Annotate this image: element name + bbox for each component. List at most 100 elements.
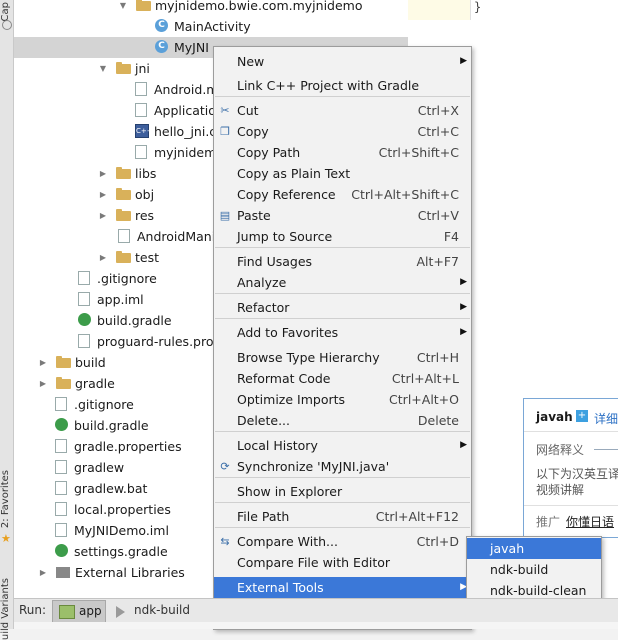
tree-row-label: myjnidemo.bwie.com.myjnidemo xyxy=(155,0,363,13)
tree-row-label: test xyxy=(135,250,160,265)
menu-item-label: Reformat Code xyxy=(237,371,331,386)
menu-item-jump-to-source[interactable]: Jump to Source F4 xyxy=(214,226,471,247)
menu-item-shortcut: Ctrl+X xyxy=(417,103,459,118)
sync-icon: ⟳ xyxy=(220,460,230,473)
tree-row-label: AndroidMani xyxy=(137,229,216,244)
tree-row-label: .gitignore xyxy=(74,397,134,412)
tree-row-label: build.gradle xyxy=(74,418,149,433)
dict-detail-link[interactable]: 详细 xyxy=(594,410,618,427)
file-icon xyxy=(55,481,67,495)
menu-item-delete[interactable]: Delete... Delete xyxy=(214,410,471,431)
run-tab-app[interactable]: app xyxy=(52,600,106,624)
menu-item-shortcut: Ctrl+Alt+Shift+C xyxy=(351,187,459,202)
dictionary-popup: javah + 详细 网络释义 以下为汉英互译 视频讲解 推广 你懂日语 xyxy=(523,398,618,538)
menu-item-find-usages[interactable]: Find Usages Alt+F7 xyxy=(214,251,471,272)
file-icon xyxy=(78,271,90,285)
submenu-item-javah[interactable]: javah xyxy=(467,538,601,559)
menu-item-show-in-explorer[interactable]: Show in Explorer xyxy=(214,481,471,502)
menu-item-copy-reference[interactable]: Copy Reference Ctrl+Alt+Shift+C xyxy=(214,184,471,205)
menu-item-label: Cut xyxy=(237,103,259,118)
dict-body: 以下为汉英互译 xyxy=(536,467,618,481)
tree-row-label: local.properties xyxy=(74,502,171,517)
expand-right-icon[interactable]: ▶ xyxy=(98,184,108,205)
menu-item-label: Compare File with Editor xyxy=(237,555,391,570)
menu-item-shortcut: F4 xyxy=(443,229,459,244)
editor-gutter: } xyxy=(408,0,481,20)
menu-item-shortcut: Alt+F7 xyxy=(416,254,459,269)
menu-item-label: File Path xyxy=(237,509,290,524)
class-icon: C xyxy=(155,40,168,53)
menu-item-shortcut: Ctrl+Alt+F12 xyxy=(375,509,459,524)
menu-item-compare-with[interactable]: ⇆ Compare With... Ctrl+D xyxy=(214,531,471,552)
menu-item-compare-file-with-editor[interactable]: Compare File with Editor xyxy=(214,552,471,573)
menu-item-new[interactable]: New ▶ xyxy=(214,51,471,72)
expand-down-icon[interactable]: ▼ xyxy=(98,58,108,79)
menu-item-copy-path[interactable]: Copy Path Ctrl+Shift+C xyxy=(214,142,471,163)
dict-ad-label: 推广 xyxy=(536,515,561,529)
folder-icon xyxy=(116,188,131,200)
menu-item-label: Jump to Source xyxy=(237,229,333,244)
menu-item-shortcut: Ctrl+D xyxy=(416,534,459,549)
menu-item-refactor[interactable]: Refactor ▶ xyxy=(214,297,471,318)
run-tab-icon xyxy=(116,606,125,618)
menu-item-label: Show in Explorer xyxy=(237,484,343,499)
dict-word: javah xyxy=(536,410,573,424)
menu-item-copy[interactable]: ❐ Copy Ctrl+C xyxy=(214,121,471,142)
menu-item-synchronize-myjni-java[interactable]: ⟳ Synchronize 'MyJNI.java' xyxy=(214,456,471,477)
submenu-arrow-icon: ▶ xyxy=(460,277,467,287)
tree-row[interactable]: C MainActivity xyxy=(14,16,408,37)
menu-item-file-path[interactable]: File Path Ctrl+Alt+F12 xyxy=(214,506,471,527)
submenu-item-ndk-build[interactable]: ndk-build xyxy=(467,559,601,580)
tree-row-label: settings.gradle xyxy=(74,544,168,559)
expand-right-icon[interactable]: ▶ xyxy=(98,205,108,226)
file-icon xyxy=(55,523,67,537)
tree-row[interactable]: ▼ myjnidemo.bwie.com.myjnidemo xyxy=(14,0,408,16)
tree-row-label: myjnidem xyxy=(154,145,217,160)
menu-item-copy-as-plain-text[interactable]: Copy as Plain Text xyxy=(214,163,471,184)
menu-item-label: Local History xyxy=(237,438,318,453)
captures-tab[interactable]: Cap xyxy=(0,2,13,21)
tool-window-strip: Cap 2: Favorites ★ uild Variants xyxy=(0,0,14,640)
circle-icon xyxy=(2,20,12,30)
code-brace: } xyxy=(474,0,482,14)
dict-section-rule xyxy=(594,449,618,450)
expand-right-icon[interactable]: ▶ xyxy=(38,352,48,373)
tree-row-label: jni xyxy=(135,61,150,76)
expand-right-icon[interactable]: ▶ xyxy=(98,163,108,184)
menu-item-analyze[interactable]: Analyze ▶ xyxy=(214,272,471,293)
expand-right-icon[interactable]: ▶ xyxy=(38,373,48,394)
dict-ad-link[interactable]: 你懂日语 xyxy=(566,513,614,530)
menu-item-label: Link C++ Project with Gradle xyxy=(237,78,420,93)
menu-item-paste[interactable]: ▤ Paste Ctrl+V xyxy=(214,205,471,226)
menu-item-browse-type-hierarchy[interactable]: Browse Type Hierarchy Ctrl+H xyxy=(214,347,471,368)
status-bar xyxy=(14,622,618,629)
menu-item-optimize-imports[interactable]: Optimize Imports Ctrl+Alt+O xyxy=(214,389,471,410)
expand-down-icon[interactable]: ▼ xyxy=(118,0,128,16)
dict-divider-2 xyxy=(524,505,618,506)
menu-item-cut[interactable]: ✂ Cut Ctrl+X xyxy=(214,100,471,121)
menu-item-add-to-favorites[interactable]: Add to Favorites ▶ xyxy=(214,322,471,343)
tree-row-label: External Libraries xyxy=(75,565,185,580)
add-word-icon[interactable]: + xyxy=(576,410,588,422)
expand-right-icon[interactable]: ▶ xyxy=(38,562,48,583)
menu-item-reformat-code[interactable]: Reformat Code Ctrl+Alt+L xyxy=(214,368,471,389)
menu-item-label: External Tools xyxy=(237,580,324,595)
external-tools-submenu: javah ndk-build ndk-build-clean xyxy=(466,536,602,603)
file-icon xyxy=(78,292,90,306)
build-variants-tab[interactable]: uild Variants xyxy=(0,578,13,640)
run-tab-ndk-build[interactable]: ndk-build xyxy=(110,600,202,622)
menu-item-label: Refactor xyxy=(237,300,290,315)
menu-item-local-history[interactable]: Local History ▶ xyxy=(214,435,471,456)
menu-item-external-tools[interactable]: External Tools ▶ xyxy=(214,577,471,598)
run-tool-bar: Run: app ndk-build xyxy=(14,598,618,624)
menu-separator xyxy=(215,318,470,319)
menu-item-shortcut: Ctrl+C xyxy=(417,124,459,139)
menu-item-link-c-project-with-gradle[interactable]: Link C++ Project with Gradle xyxy=(214,75,471,96)
favorites-tab[interactable]: 2: Favorites xyxy=(0,470,13,528)
tree-row-label: res xyxy=(135,208,155,223)
tree-row-label: build xyxy=(75,355,106,370)
library-icon xyxy=(56,567,70,578)
submenu-arrow-icon: ▶ xyxy=(460,440,467,450)
menu-separator xyxy=(215,293,470,294)
expand-right-icon[interactable]: ▶ xyxy=(98,247,108,268)
